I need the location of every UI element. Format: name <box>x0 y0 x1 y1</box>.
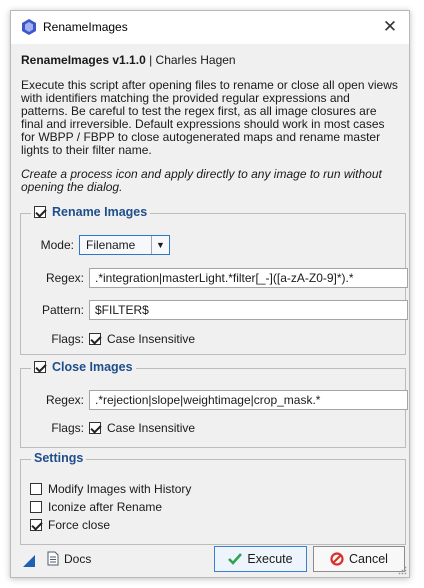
execute-button[interactable]: Execute <box>214 546 307 572</box>
rename-case-insensitive-label: Case Insensitive <box>107 332 196 346</box>
close-images-group: Close Images Regex: .*rejection|slope|we… <box>20 360 408 448</box>
close-case-insensitive-label: Case Insensitive <box>107 421 196 435</box>
cancel-button[interactable]: Cancel <box>313 546 405 572</box>
close-images-title: Close Images <box>52 360 133 374</box>
pattern-input[interactable]: $FILTER$ <box>89 300 408 320</box>
close-regex-label: Regex: <box>45 393 84 407</box>
dialog-content: RenameImages v1.1.0 | Charles Hagen Exec… <box>21 50 399 194</box>
description-text: Execute this script after opening files … <box>21 78 398 157</box>
close-flags-row: Flags: Case Insensitive <box>27 421 195 435</box>
rename-case-insensitive-checkbox[interactable] <box>89 333 101 345</box>
execute-label: Execute <box>247 552 293 566</box>
iconize-checkbox[interactable] <box>30 501 42 513</box>
document-icon <box>47 551 59 566</box>
settings-title: Settings <box>34 451 84 465</box>
checkmark-icon <box>228 553 243 565</box>
pattern-row: Pattern: $FILTER$ <box>27 300 408 320</box>
mode-select[interactable]: Filename ▼ <box>79 235 170 255</box>
script-author: Charles Hagen <box>155 53 236 67</box>
docs-link[interactable]: Docs <box>47 551 91 566</box>
mode-select-value: Filename <box>86 238 136 252</box>
resize-grip-icon[interactable] <box>398 566 407 575</box>
close-images-group-title: Close Images <box>31 360 136 374</box>
close-regex-input[interactable]: .*rejection|slope|weightimage|crop_mask.… <box>89 390 408 410</box>
force-close-label: Force close <box>48 518 111 532</box>
pattern-label: Pattern: <box>41 303 84 317</box>
new-instance-icon[interactable] <box>23 555 35 567</box>
rename-regex-input[interactable]: .*integration|masterLight.*filter[_-]([a… <box>89 268 408 288</box>
close-flags-label: Flags: <box>51 421 84 435</box>
close-enabled-checkbox[interactable] <box>34 361 46 373</box>
close-icon[interactable]: ✕ <box>379 16 401 38</box>
settings-group-title: Settings <box>31 451 87 465</box>
settings-option-force-close[interactable]: Force close <box>30 518 110 532</box>
rename-images-group: Rename Images Mode: Filename ▼ Regex: .*… <box>20 205 408 355</box>
rename-images-group-title: Rename Images <box>31 205 151 219</box>
close-case-insensitive-checkbox[interactable] <box>89 422 101 434</box>
close-regex-row: Regex: .*rejection|slope|weightimage|cro… <box>27 390 408 410</box>
script-header: RenameImages v1.1.0 | Charles Hagen <box>21 53 399 67</box>
rename-regex-row: Regex: .*integration|masterLight.*filter… <box>27 268 408 288</box>
rename-regex-label: Regex: <box>45 271 84 285</box>
script-name: RenameImages v1.1.0 <box>21 53 146 67</box>
mode-label: Mode: <box>40 238 74 252</box>
dialog-window: RenameImages ✕ RenameImages v1.1.0 | Cha… <box>10 10 410 578</box>
modify-history-checkbox[interactable] <box>30 483 42 495</box>
settings-option-history[interactable]: Modify Images with History <box>30 482 191 496</box>
settings-option-iconize[interactable]: Iconize after Rename <box>30 500 162 514</box>
rename-flags-row: Flags: Case Insensitive <box>27 332 195 346</box>
settings-group: Settings Modify Images with History Icon… <box>20 451 406 545</box>
rename-enabled-checkbox[interactable] <box>34 206 46 218</box>
instruction-text: Create a process icon and apply directly… <box>21 167 382 194</box>
app-icon <box>22 19 36 35</box>
cancel-icon <box>330 552 344 566</box>
force-close-checkbox[interactable] <box>30 519 42 531</box>
modify-history-label: Modify Images with History <box>48 482 192 496</box>
rename-images-title: Rename Images <box>52 205 148 219</box>
cancel-label: Cancel <box>349 552 388 566</box>
header-separator: | <box>145 53 156 67</box>
mode-row: Mode: Filename ▼ <box>27 235 170 255</box>
window-title: RenameImages <box>43 20 128 34</box>
docs-label: Docs <box>64 551 92 566</box>
rename-flags-label: Flags: <box>51 332 84 346</box>
title-bar: RenameImages ✕ <box>11 11 409 44</box>
dropdown-arrow-icon[interactable]: ▼ <box>151 236 169 254</box>
iconize-label: Iconize after Rename <box>48 500 163 514</box>
